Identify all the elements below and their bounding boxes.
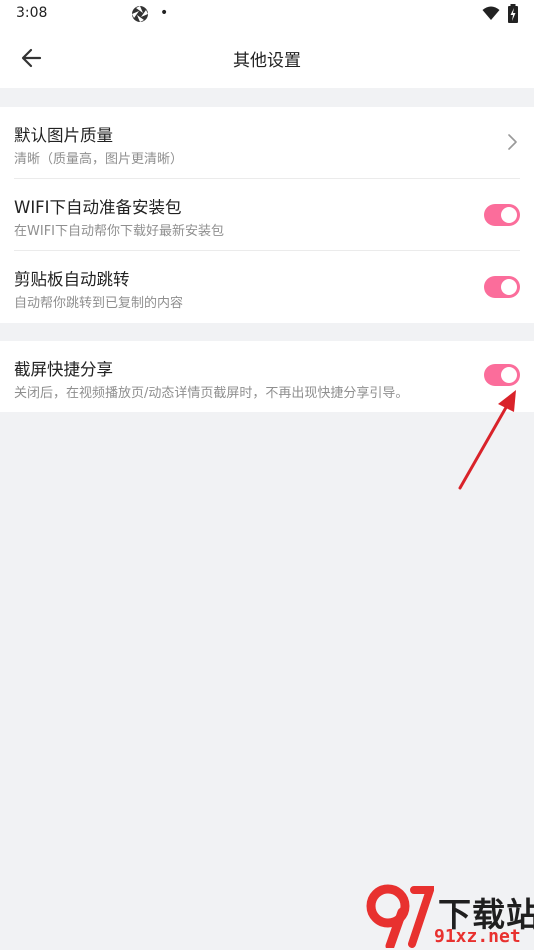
- setting-subtitle: 清晰（质量高，图片更清晰）: [14, 152, 184, 167]
- page-title: 其他设置: [233, 51, 301, 71]
- notification-dot: •: [160, 5, 169, 21]
- setting-wifi-auto-download: WIFI下自动准备安装包 在WIFI下自动帮你下载好最新安装包: [0, 179, 534, 251]
- toggle-knob: [501, 207, 517, 223]
- watermark-logo-icon: [366, 884, 434, 948]
- status-bar: 3:08 •: [0, 0, 534, 28]
- setting-title: 默认图片质量: [14, 126, 113, 145]
- setting-subtitle: 自动帮你跳转到已复制的内容: [14, 296, 184, 311]
- setting-title: WIFI下自动准备安装包: [14, 198, 182, 217]
- setting-default-image-quality[interactable]: 默认图片质量 清晰（质量高，图片更清晰）: [0, 107, 534, 179]
- toggle-knob: [501, 367, 517, 383]
- wifi-auto-download-toggle[interactable]: [484, 204, 520, 226]
- status-time: 3:08: [16, 5, 48, 21]
- aperture-icon: [132, 6, 148, 22]
- setting-title: 截屏快捷分享: [14, 360, 113, 379]
- settings-group-general: 默认图片质量 清晰（质量高，图片更清晰） WIFI下自动准备安装包 在WIFI下…: [0, 107, 534, 323]
- setting-subtitle: 在WIFI下自动帮你下载好最新安装包: [14, 224, 224, 239]
- app-bar: 其他设置: [0, 28, 534, 88]
- chevron-right-icon: [508, 134, 517, 150]
- setting-title: 剪贴板自动跳转: [14, 270, 130, 289]
- toggle-knob: [501, 279, 517, 295]
- battery-charging-icon: [508, 4, 518, 23]
- watermark: 下载站 91xz.net: [364, 882, 534, 948]
- wifi-icon: [482, 6, 500, 20]
- watermark-site: 91xz.net: [434, 926, 521, 947]
- annotation-arrow-icon: [458, 390, 516, 490]
- setting-subtitle: 关闭后，在视频播放页/动态详情页截屏时，不再出现快捷分享引导。: [14, 386, 409, 401]
- setting-clipboard-auto-jump: 剪贴板自动跳转 自动帮你跳转到已复制的内容: [0, 251, 534, 323]
- clipboard-auto-jump-toggle[interactable]: [484, 276, 520, 298]
- screenshot-share-toggle[interactable]: [484, 364, 520, 386]
